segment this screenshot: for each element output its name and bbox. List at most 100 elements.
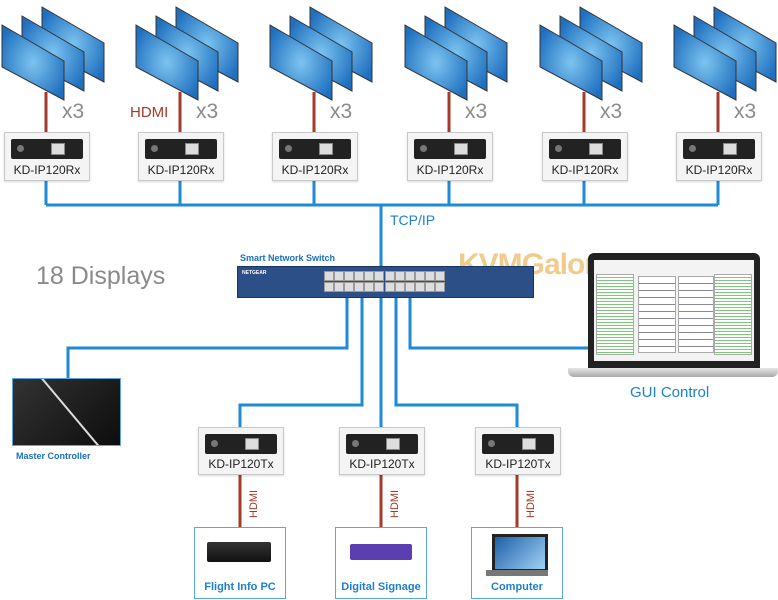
- transmitter-box: KD-IP120Tx: [339, 427, 425, 475]
- receiver-label: KD-IP120Rx: [281, 163, 349, 177]
- switch-port: [364, 282, 374, 292]
- receiver-device: [414, 139, 486, 159]
- receiver-box: KD-IP120Rx: [542, 132, 628, 181]
- source-label: Digital Signage: [341, 581, 421, 593]
- receiver-box: KD-IP120Rx: [4, 132, 90, 181]
- ethernet-port-icon: [522, 438, 536, 450]
- switch-port: [374, 282, 384, 292]
- transmitter-line: [394, 296, 519, 427]
- transmitter-device: [346, 434, 418, 454]
- ethernet-port-icon: [589, 143, 603, 155]
- switch-port: [395, 282, 405, 292]
- displays-count: 18 Displays: [36, 262, 166, 290]
- laptop-base: [568, 368, 778, 377]
- receiver-box: KD-IP120Rx: [272, 132, 358, 181]
- switch-port: [324, 282, 334, 292]
- hdmi-label: HDMI: [130, 104, 169, 121]
- transmitter-box: KD-IP120Tx: [198, 427, 284, 475]
- source-box: Flight Info PC: [194, 527, 286, 599]
- signage-player-icon: [350, 544, 412, 560]
- switch-port: [385, 282, 395, 292]
- display-group: [269, 6, 373, 101]
- switch-port: [405, 282, 415, 292]
- hdmi-label: HDMI: [525, 489, 537, 518]
- master-controller-label: Master Controller: [16, 451, 91, 461]
- switch-port: [364, 271, 374, 281]
- display-multiplier: x3: [734, 100, 757, 123]
- switch-port: [385, 271, 395, 281]
- switch-port: [405, 271, 415, 281]
- display-group: [539, 6, 643, 101]
- network-switch: NETGEAR: [237, 266, 534, 298]
- switch-port: [395, 271, 405, 281]
- switch-port: [334, 271, 344, 281]
- switch-port: [354, 282, 364, 292]
- switch-port: [425, 282, 435, 292]
- receiver-box: KD-IP120Rx: [676, 132, 762, 181]
- switch-port: [425, 271, 435, 281]
- display-multiplier: x3: [62, 100, 85, 123]
- receiver-device: [11, 139, 83, 159]
- receiver-device: [145, 139, 217, 159]
- display-multiplier: x3: [600, 100, 623, 123]
- source-label: Computer: [491, 581, 543, 593]
- switch-port: [324, 271, 334, 281]
- switch-port: [415, 271, 425, 281]
- hdmi-label: HDMI: [389, 489, 401, 518]
- display-multiplier: x3: [465, 100, 488, 123]
- transmitter-box: KD-IP120Tx: [475, 427, 561, 475]
- display-group: [673, 6, 777, 101]
- receiver-device: [683, 139, 755, 159]
- pc-box-icon: [207, 542, 271, 562]
- ethernet-port-icon: [51, 143, 65, 155]
- master-controller-device: [12, 378, 121, 446]
- source-label: Flight Info PC: [204, 581, 276, 593]
- display-group: [1, 6, 105, 101]
- switch-port: [344, 271, 354, 281]
- receiver-label: KD-IP120Rx: [551, 163, 619, 177]
- switch-port: [435, 282, 445, 292]
- receiver-label: KD-IP120Rx: [685, 163, 753, 177]
- ethernet-port-icon: [454, 143, 468, 155]
- receiver-device: [279, 139, 351, 159]
- gui-control-line: [408, 296, 590, 350]
- ethernet-port-icon: [245, 438, 259, 450]
- transmitter-line: [238, 296, 364, 427]
- display-group: [135, 6, 239, 101]
- receiver-label: KD-IP120Rx: [13, 163, 81, 177]
- receiver-label: KD-IP120Rx: [147, 163, 215, 177]
- transmitter-label: KD-IP120Tx: [485, 457, 551, 471]
- ethernet-port-icon: [319, 143, 333, 155]
- tcp-ip-label: TCP/IP: [390, 212, 436, 228]
- switch-label: Smart Network Switch: [240, 253, 336, 263]
- switch-port: [374, 271, 384, 281]
- display-multiplier: x3: [196, 100, 219, 123]
- ethernet-port-icon: [185, 143, 199, 155]
- display-multiplier: x3: [330, 100, 353, 123]
- gui-control-label: GUI Control: [630, 384, 710, 401]
- hdmi-label: HDMI: [248, 489, 260, 518]
- source-box: Digital Signage: [335, 527, 427, 599]
- laptop-icon: [492, 534, 548, 572]
- ethernet-port-icon: [723, 143, 737, 155]
- ethernet-port-icon: [386, 438, 400, 450]
- receiver-label: KD-IP120Rx: [416, 163, 484, 177]
- av-over-ip-diagram: Smart Network Switch TCP/IP 18 Displays …: [0, 0, 778, 600]
- receiver-box: KD-IP120Rx: [138, 132, 224, 181]
- switch-port: [435, 271, 445, 281]
- transmitter-device: [205, 434, 277, 454]
- transmitter-label: KD-IP120Tx: [349, 457, 415, 471]
- master-controller-line: [66, 296, 349, 378]
- source-box: Computer: [471, 527, 563, 599]
- laptop-gui: [588, 253, 760, 369]
- transmitter-label: KD-IP120Tx: [208, 457, 274, 471]
- switch-port: [334, 282, 344, 292]
- switch-brand: NETGEAR: [242, 270, 267, 276]
- receiver-device: [549, 139, 621, 159]
- display-group: [404, 6, 508, 101]
- switch-port: [415, 282, 425, 292]
- transmitter-device: [482, 434, 554, 454]
- receiver-box: KD-IP120Rx: [407, 132, 493, 181]
- switch-port: [344, 282, 354, 292]
- switch-port: [354, 271, 364, 281]
